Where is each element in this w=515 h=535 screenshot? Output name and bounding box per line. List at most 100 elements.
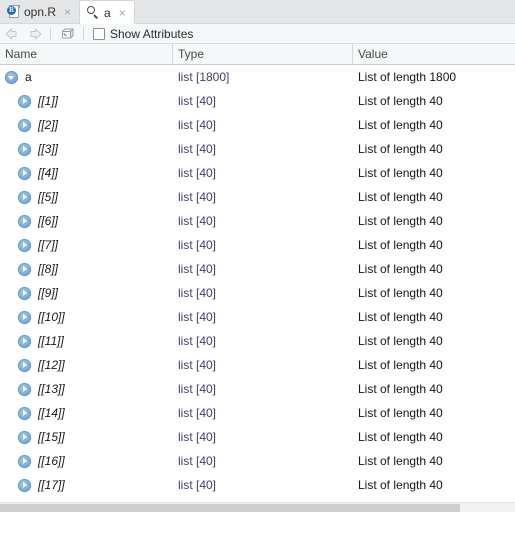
r-file-icon: R (7, 4, 20, 19)
cell-name: a (0, 65, 173, 89)
chevron-right-icon[interactable] (18, 454, 31, 468)
object-type: list [40] (178, 454, 217, 468)
horizontal-scrollbar[interactable] (0, 502, 515, 512)
column-header-name[interactable]: Name (0, 44, 173, 64)
chevron-down-icon[interactable] (5, 70, 18, 84)
object-value: List of length 40 (358, 286, 443, 300)
object-value: List of length 40 (358, 478, 443, 492)
cell-value: List of length 40 (353, 473, 515, 497)
object-name: [[6]] (38, 214, 59, 228)
object-type: list [40] (178, 238, 217, 252)
cell-type: list [1800] (173, 65, 353, 89)
export-icon[interactable] (58, 26, 76, 42)
chevron-right-icon[interactable] (18, 478, 31, 492)
table-row[interactable]: [[2]] list [40] List of length 40 (0, 113, 515, 137)
show-attributes-checkbox[interactable]: Show Attributes (93, 27, 193, 40)
tab-bar: R opn.R × a × (0, 0, 515, 24)
scrollbar-thumb[interactable] (0, 504, 460, 512)
object-name: [[1]] (38, 94, 59, 108)
forward-arrow-icon[interactable] (25, 26, 43, 42)
cell-name: [[12]] (0, 353, 173, 377)
table-row[interactable]: a list [1800] List of length 1800 (0, 65, 515, 89)
cell-type: list [40] (173, 305, 353, 329)
object-value: List of length 40 (358, 190, 443, 204)
object-value: List of length 40 (358, 358, 443, 372)
toolbar: Show Attributes (0, 24, 515, 44)
checkbox-box[interactable] (93, 27, 105, 40)
column-header-value[interactable]: Value (353, 44, 515, 64)
table-row[interactable]: [[15]] list [40] List of length 40 (0, 425, 515, 449)
cell-type: list [40] (173, 329, 353, 353)
chevron-right-icon[interactable] (18, 310, 31, 324)
chevron-right-icon[interactable] (18, 358, 31, 372)
object-name: [[11]] (38, 334, 64, 348)
table-row[interactable]: [[14]] list [40] List of length 40 (0, 401, 515, 425)
object-value: List of length 40 (358, 406, 443, 420)
cell-name: [[8]] (0, 257, 173, 281)
object-type: list [40] (178, 190, 217, 204)
chevron-right-icon[interactable] (18, 190, 31, 204)
object-name: [[8]] (38, 262, 59, 276)
toolbar-separator (50, 27, 51, 40)
cell-type: list [40] (173, 377, 353, 401)
cell-name: [[14]] (0, 401, 173, 425)
object-name: a (25, 70, 32, 84)
table-row[interactable]: [[11]] list [40] List of length 40 (0, 329, 515, 353)
table-row[interactable]: [[13]] list [40] List of length 40 (0, 377, 515, 401)
tab-a[interactable]: a × (79, 0, 135, 24)
table-row[interactable]: [[1]] list [40] List of length 40 (0, 89, 515, 113)
chevron-right-icon[interactable] (18, 238, 31, 252)
tab-close-icon[interactable]: × (118, 7, 127, 19)
chevron-right-icon[interactable] (18, 382, 31, 396)
object-type: list [40] (178, 118, 217, 132)
chevron-right-icon[interactable] (18, 142, 31, 156)
chevron-right-icon[interactable] (18, 118, 31, 132)
table-row[interactable]: [[12]] list [40] List of length 40 (0, 353, 515, 377)
table-row[interactable]: [[6]] list [40] List of length 40 (0, 209, 515, 233)
chevron-right-icon[interactable] (18, 334, 31, 348)
table-row[interactable]: [[16]] list [40] List of length 40 (0, 449, 515, 473)
chevron-right-icon[interactable] (18, 214, 31, 228)
cell-value: List of length 40 (353, 257, 515, 281)
table-row[interactable]: [[4]] list [40] List of length 40 (0, 161, 515, 185)
cell-value: List of length 40 (353, 113, 515, 137)
object-value: List of length 40 (358, 430, 443, 444)
table-row[interactable]: [[9]] list [40] List of length 40 (0, 281, 515, 305)
chevron-right-icon[interactable] (18, 286, 31, 300)
table-row[interactable]: [[10]] list [40] List of length 40 (0, 305, 515, 329)
cell-value: List of length 40 (353, 281, 515, 305)
cell-value: List of length 40 (353, 401, 515, 425)
object-type: list [1800] (178, 70, 230, 84)
column-header-type[interactable]: Type (173, 44, 353, 64)
chevron-right-icon[interactable] (18, 94, 31, 108)
chevron-right-icon[interactable] (18, 406, 31, 420)
table-row[interactable]: [[8]] list [40] List of length 40 (0, 257, 515, 281)
table-row[interactable]: [[3]] list [40] List of length 40 (0, 137, 515, 161)
table-row[interactable]: [[7]] list [40] List of length 40 (0, 233, 515, 257)
table-row[interactable]: [[17]] list [40] List of length 40 (0, 473, 515, 497)
cell-name: [[16]] (0, 449, 173, 473)
object-value: List of length 40 (358, 94, 443, 108)
cell-value: List of length 40 (353, 161, 515, 185)
object-value: List of length 40 (358, 142, 443, 156)
chevron-right-icon[interactable] (18, 262, 31, 276)
cell-value: List of length 40 (353, 233, 515, 257)
cell-value: List of length 40 (353, 137, 515, 161)
object-type: list [40] (178, 310, 217, 324)
cell-name: [[10]] (0, 305, 173, 329)
tab-close-icon[interactable]: × (63, 6, 72, 18)
back-arrow-icon[interactable] (4, 26, 22, 42)
cell-name: [[17]] (0, 473, 173, 497)
chevron-right-icon[interactable] (18, 430, 31, 444)
object-value: List of length 1800 (358, 70, 457, 84)
table-row[interactable]: [[5]] list [40] List of length 40 (0, 185, 515, 209)
chevron-right-icon[interactable] (18, 166, 31, 180)
object-value: List of length 40 (358, 382, 443, 396)
cell-type: list [40] (173, 185, 353, 209)
tab-label: opn.R (24, 4, 57, 19)
object-tree-grid[interactable]: a list [1800] List of length 1800 [[1]] list… (0, 65, 515, 512)
tab-opn-r[interactable]: R opn.R × (0, 0, 80, 23)
cell-name: [[6]] (0, 209, 173, 233)
object-type: list [40] (178, 478, 217, 492)
cell-type: list [40] (173, 353, 353, 377)
